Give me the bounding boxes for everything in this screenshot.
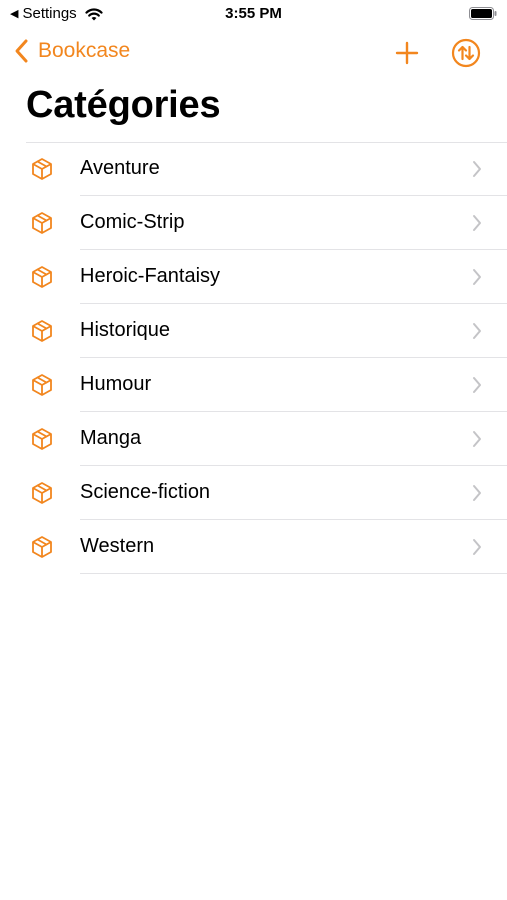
add-icon[interactable] xyxy=(393,39,421,67)
chevron-right-icon xyxy=(473,431,481,447)
category-item-2[interactable]: Heroic-Fantaisy xyxy=(0,250,507,304)
category-item-0[interactable]: Aventure xyxy=(0,142,507,196)
cube-icon xyxy=(32,428,52,450)
category-item-6[interactable]: Science-fiction xyxy=(0,466,507,520)
status-time: 3:55 PM xyxy=(225,5,282,22)
page-title: Catégories xyxy=(26,84,221,126)
list-item-label: Manga xyxy=(80,427,142,449)
list-item-label: Historique xyxy=(80,319,171,341)
cube-icon xyxy=(32,320,52,342)
chevron-right-icon xyxy=(473,269,481,285)
category-list: Aventure Comic-Strip Heroic-Fantaisy His… xyxy=(0,142,507,574)
list-item-label: Comic-Strip xyxy=(80,211,185,233)
navigation-bar: Bookcase xyxy=(0,30,507,76)
cube-icon xyxy=(32,482,52,504)
chevron-right-icon xyxy=(473,215,481,231)
list-item-label: Humour xyxy=(80,373,152,395)
cube-icon xyxy=(32,266,52,288)
cube-icon xyxy=(32,212,52,234)
sort-icon[interactable] xyxy=(451,38,481,68)
chevron-right-icon xyxy=(473,377,481,393)
list-item-label: Aventure xyxy=(80,157,160,179)
status-bar: ◀ Settings 3:55 PM xyxy=(0,0,507,28)
category-item-4[interactable]: Humour xyxy=(0,358,507,412)
category-item-5[interactable]: Manga xyxy=(0,412,507,466)
chevron-right-icon xyxy=(473,161,481,177)
chevron-right-icon xyxy=(473,539,481,555)
cube-icon xyxy=(32,536,52,558)
chevron-right-icon xyxy=(473,485,481,501)
cube-icon xyxy=(32,374,52,396)
category-item-3[interactable]: Historique xyxy=(0,304,507,358)
chevron-left-icon xyxy=(15,39,28,63)
category-item-7[interactable]: Western xyxy=(0,520,507,574)
list-item-label: Science-fiction xyxy=(80,481,211,503)
category-item-1[interactable]: Comic-Strip xyxy=(0,196,507,250)
back-button-label: Bookcase xyxy=(38,39,131,62)
row-divider xyxy=(80,573,507,574)
chevron-right-icon xyxy=(473,323,481,339)
battery-icon xyxy=(469,7,497,20)
cube-icon xyxy=(32,158,52,180)
list-item-label: Western xyxy=(80,535,155,557)
back-button[interactable]: Bookcase xyxy=(14,38,130,64)
list-item-label: Heroic-Fantaisy xyxy=(80,265,221,287)
